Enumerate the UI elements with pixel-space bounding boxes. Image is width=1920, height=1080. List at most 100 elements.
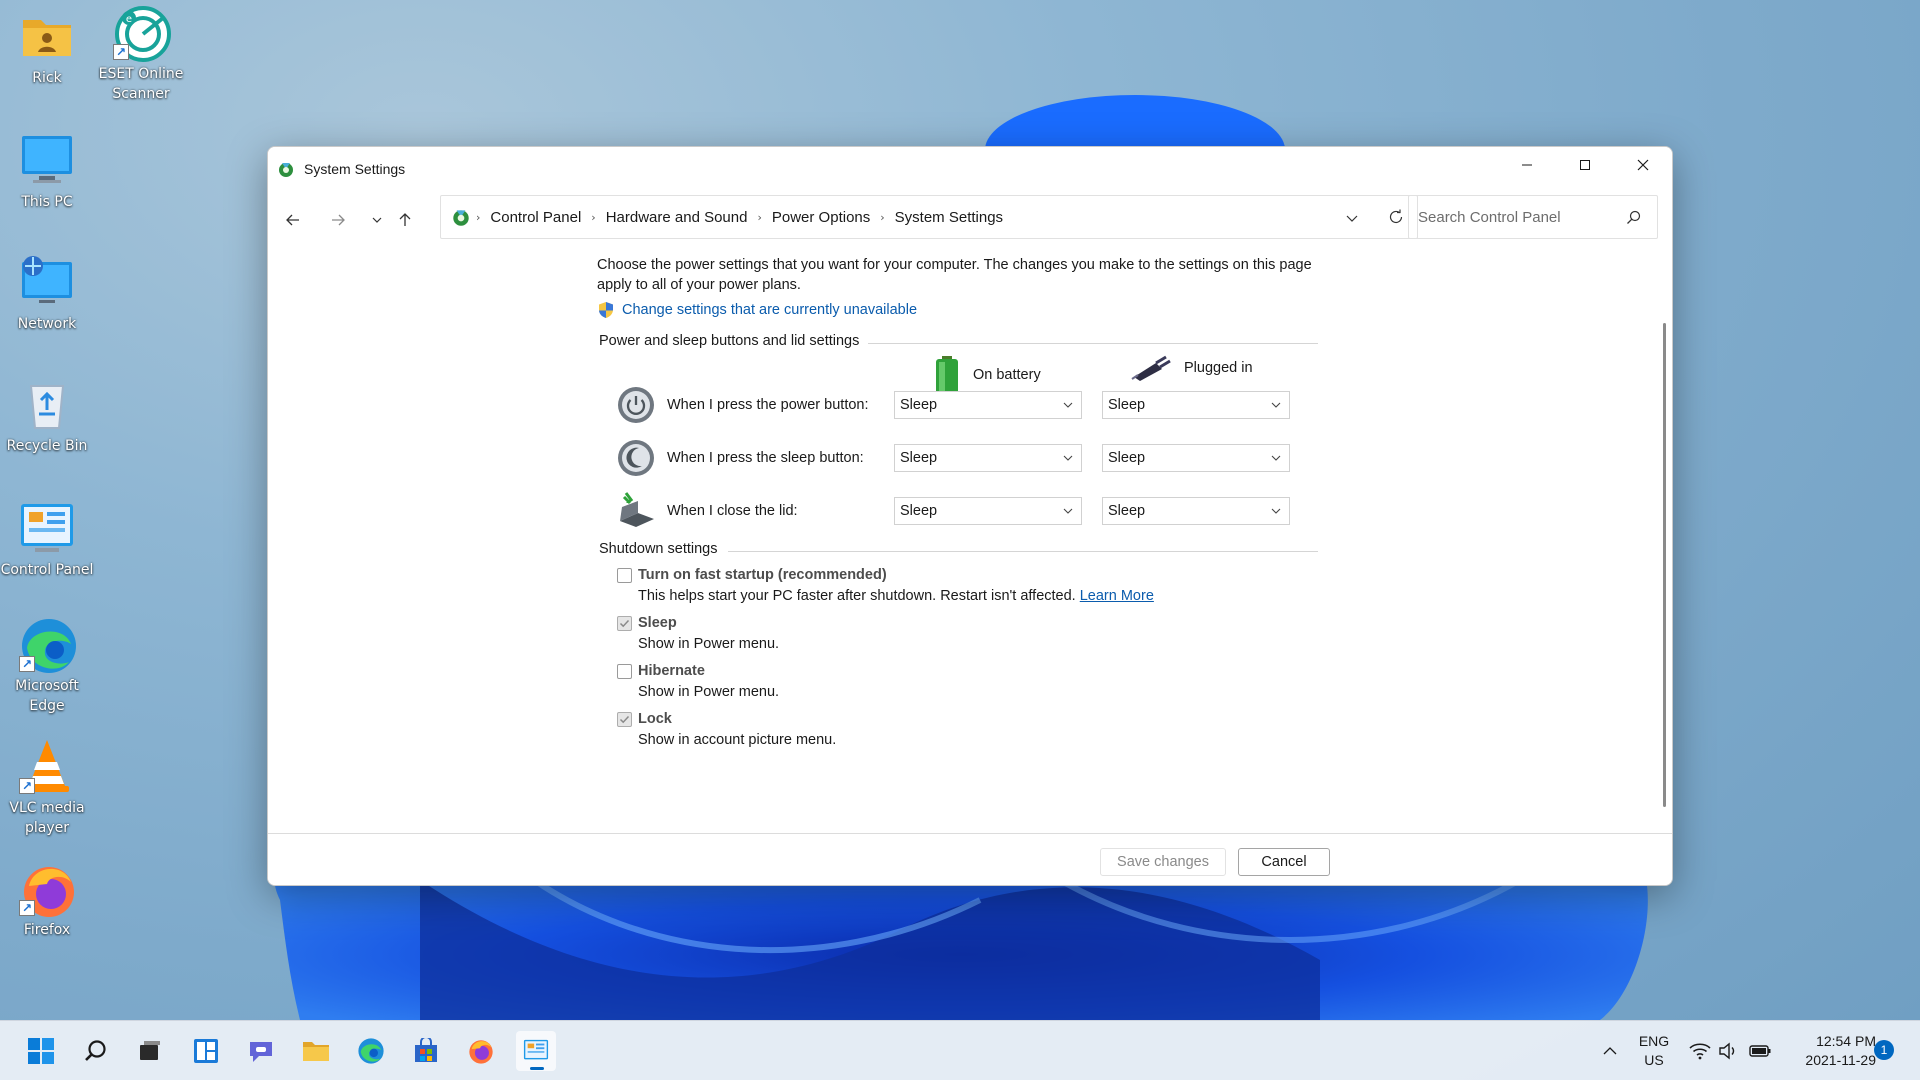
column-header-battery-label: On battery: [973, 367, 1041, 383]
change-settings-link-text[interactable]: Change settings that are currently unava…: [622, 302, 917, 318]
desktop-icon-network[interactable]: Network: [0, 254, 95, 334]
start-button[interactable]: [21, 1031, 61, 1071]
power-button-plugged-select[interactable]: Sleep: [1102, 391, 1290, 419]
shutdown-section-title: Shutdown settings: [599, 541, 718, 557]
save-changes-button[interactable]: Save changes: [1100, 848, 1226, 876]
desktop-icon-this-pc[interactable]: This PC: [0, 132, 95, 212]
back-button[interactable]: [279, 206, 307, 234]
learn-more-link[interactable]: Learn More: [1080, 588, 1154, 604]
chevron-down-icon: [1346, 215, 1358, 222]
lid-battery-select[interactable]: Sleep: [894, 497, 1082, 525]
recycle-bin-icon: [19, 376, 75, 432]
search-icon[interactable]: [1626, 210, 1641, 225]
file-explorer-button[interactable]: [296, 1031, 336, 1071]
change-settings-link[interactable]: Change settings that are currently unava…: [597, 301, 917, 319]
laptop-lid-icon: [616, 491, 656, 531]
task-view-button[interactable]: [129, 1031, 169, 1071]
sleep-button-plugged-value: Sleep: [1108, 450, 1146, 466]
chat-button[interactable]: [241, 1031, 281, 1071]
desktop-icon-control-panel[interactable]: Control Panel: [0, 500, 95, 580]
forward-button[interactable]: [324, 206, 352, 234]
sleep-option[interactable]: Sleep Show in Power menu.: [617, 613, 779, 655]
dialog-footer: Save changes Cancel: [268, 833, 1672, 885]
breadcrumb-control-panel[interactable]: Control Panel: [490, 209, 581, 226]
close-button[interactable]: [1614, 147, 1672, 183]
shutdown-section-title-text: Shutdown settings: [599, 541, 718, 557]
sleep-button-battery-value: Sleep: [900, 450, 938, 466]
breadcrumb-separator[interactable]: ›: [757, 211, 761, 224]
search-input[interactable]: [1418, 208, 1618, 226]
desktop-icon-eset[interactable]: e ↗ ESET Online Scanner: [93, 4, 189, 104]
fast-startup-checkbox[interactable]: [617, 568, 632, 583]
desktop-icon-firefox[interactable]: ↗ Firefox: [0, 860, 95, 940]
vertical-scrollbar[interactable]: [1658, 247, 1672, 832]
battery-button[interactable]: [1740, 1031, 1780, 1071]
fast-startup-option[interactable]: Turn on fast startup (recommended) This …: [617, 565, 1154, 607]
arrow-right-icon: [332, 214, 345, 226]
cancel-button[interactable]: Cancel: [1238, 848, 1330, 876]
desktop-icon-vlc[interactable]: ↗ VLC media player: [0, 738, 95, 838]
arrow-left-icon: [286, 214, 299, 226]
address-bar[interactable]: › Control Panel › Hardware and Sound › P…: [440, 195, 1418, 239]
refresh-button[interactable]: [1387, 208, 1405, 230]
hibernate-checkbox[interactable]: [617, 664, 632, 679]
desktop-icon-recycle-bin[interactable]: Recycle Bin: [0, 376, 95, 456]
search-box[interactable]: [1408, 195, 1658, 239]
minimize-button[interactable]: [1498, 147, 1556, 183]
search-button[interactable]: [76, 1031, 116, 1071]
minimize-icon: [1522, 164, 1532, 166]
power-options-app-icon: [279, 163, 293, 177]
svg-text:e: e: [126, 14, 132, 25]
chevron-up-icon: [1603, 1047, 1617, 1055]
power-plug-icon: [1131, 355, 1171, 381]
fast-startup-desc: This helps start your PC faster after sh…: [638, 585, 1154, 607]
power-button-label: When I press the power button:: [667, 397, 869, 413]
lock-desc: Show in account picture menu.: [638, 732, 837, 748]
lock-option[interactable]: Lock Show in account picture menu.: [617, 709, 836, 751]
up-button[interactable]: [391, 206, 419, 234]
breadcrumb-hardware-and-sound[interactable]: Hardware and Sound: [606, 209, 748, 226]
chevron-down-icon: [1063, 402, 1073, 408]
control-panel-location-icon: [453, 210, 469, 226]
power-button-battery-select[interactable]: Sleep: [894, 391, 1082, 419]
lid-battery-value: Sleep: [900, 503, 938, 519]
desktop-icon-edge[interactable]: ↗ Microsoft Edge: [0, 616, 95, 716]
chevron-down-icon: [1271, 455, 1281, 461]
power-button-battery-value: Sleep: [900, 397, 938, 413]
address-dropdown-button[interactable]: [1345, 210, 1359, 229]
desktop-icon-rick[interactable]: Rick: [0, 8, 95, 88]
breadcrumb-power-options[interactable]: Power Options: [772, 209, 870, 226]
widgets-button[interactable]: [186, 1031, 226, 1071]
sleep-button-plugged-select[interactable]: Sleep: [1102, 444, 1290, 472]
breadcrumb-separator[interactable]: ›: [591, 211, 595, 224]
window-controls: [1498, 147, 1672, 183]
scrollbar-thumb[interactable]: [1663, 323, 1666, 807]
lock-checkbox[interactable]: [617, 712, 632, 727]
store-button[interactable]: [406, 1031, 446, 1071]
user-folder-icon: [19, 8, 75, 64]
lid-plugged-select[interactable]: Sleep: [1102, 497, 1290, 525]
shortcut-arrow-icon: ↗: [19, 656, 35, 672]
notification-badge[interactable]: 1: [1874, 1040, 1894, 1060]
sleep-checkbox[interactable]: [617, 616, 632, 631]
input-language-indicator[interactable]: ENG US: [1634, 1032, 1674, 1070]
taskbar: ENG US 12:54 PM 2021-11-29 1: [0, 1020, 1920, 1080]
clock[interactable]: 12:54 PM 2021-11-29: [1784, 1032, 1876, 1070]
chevron-down-icon: [1271, 402, 1281, 408]
sleep-button-battery-select[interactable]: Sleep: [894, 444, 1082, 472]
breadcrumb-system-settings[interactable]: System Settings: [895, 209, 1003, 226]
firefox-taskbar-button[interactable]: [461, 1031, 501, 1071]
monitor-icon: [19, 132, 75, 188]
control-panel-taskbar-button[interactable]: [516, 1031, 556, 1071]
hibernate-option[interactable]: Hibernate Show in Power menu.: [617, 661, 779, 703]
show-hidden-icons-button[interactable]: [1590, 1031, 1630, 1071]
chevron-down-icon: [1063, 508, 1073, 514]
edge-taskbar-button[interactable]: [351, 1031, 391, 1071]
shortcut-arrow-icon: ↗: [19, 900, 35, 916]
hibernate-desc: Show in Power menu.: [638, 684, 780, 700]
maximize-button[interactable]: [1556, 147, 1614, 183]
breadcrumb-separator: ›: [476, 210, 481, 224]
recent-locations-button[interactable]: [363, 206, 391, 234]
title-bar[interactable]: System Settings: [268, 147, 1672, 191]
breadcrumb-separator[interactable]: ›: [880, 211, 884, 224]
